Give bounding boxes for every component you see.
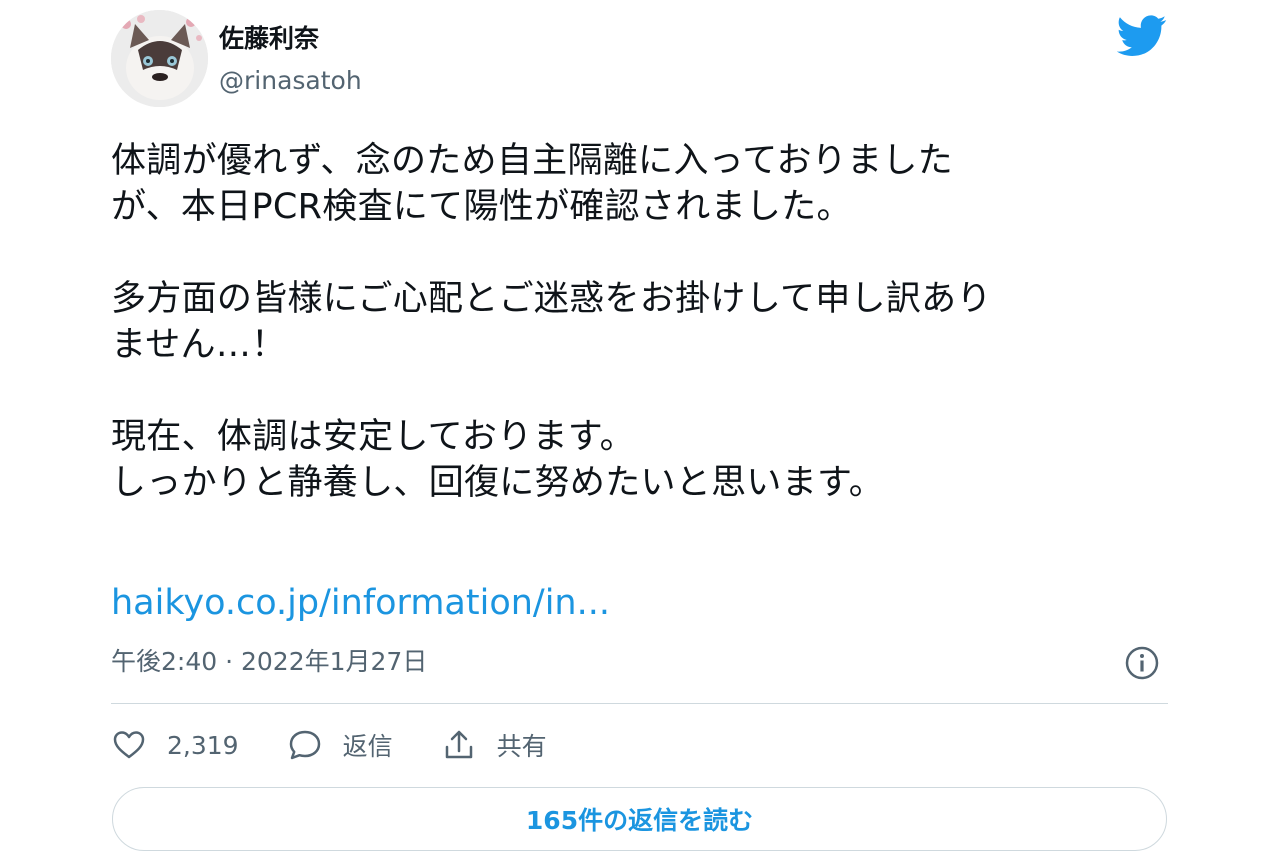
share-label: 共有 [496, 732, 547, 761]
speech-bubble-icon [289, 730, 320, 760]
tweet-paragraph: 現在、体調は安定しております。 しっかりと静養し、回復に努めたいと思います。 [111, 417, 885, 503]
heart-icon [113, 731, 145, 759]
reply-label: 返信 [342, 732, 393, 761]
user-handle[interactable]: @rinasatoh [219, 62, 362, 100]
like-count: 2,319 [167, 730, 239, 760]
reply-button[interactable]: 返信 [287, 727, 393, 763]
paragraph-spacer [111, 368, 1191, 414]
tweet-link[interactable]: haikyo.co.jp/information/in... [111, 580, 610, 626]
divider [111, 703, 1168, 704]
like-button[interactable]: 2,319 [111, 727, 239, 763]
share-button[interactable]: 共有 [441, 727, 547, 763]
twitter-bird-icon[interactable] [1116, 15, 1167, 57]
tweet-paragraph: 多方面の皆様にご心配とご迷惑をお掛けして申し訳あり ません…！ [111, 279, 992, 365]
avatar[interactable] [111, 10, 208, 107]
share-icon [445, 730, 472, 759]
tweet-text: 体調が優れず、念のため自主隔離に入っておりました が、本日PCR検査にて陽性が確… [111, 138, 1191, 506]
tweet-paragraph: 体調が優れず、念のため自主隔離に入っておりました が、本日PCR検査にて陽性が確… [111, 141, 953, 227]
display-name[interactable]: 佐藤利奈 [219, 20, 319, 58]
info-icon[interactable] [1124, 645, 1160, 681]
paragraph-spacer [111, 230, 1191, 276]
tweet-card: 佐藤利奈 @rinasatoh 体調が優れず、念のため自主隔離に入っておりました… [0, 0, 1280, 864]
action-bar: 2,319 返信 共有 [111, 720, 595, 770]
tweet-timestamp[interactable]: 午後2:40 · 2022年1月27日 [111, 643, 427, 681]
read-replies-button[interactable]: 165件の返信を読む [112, 787, 1167, 851]
